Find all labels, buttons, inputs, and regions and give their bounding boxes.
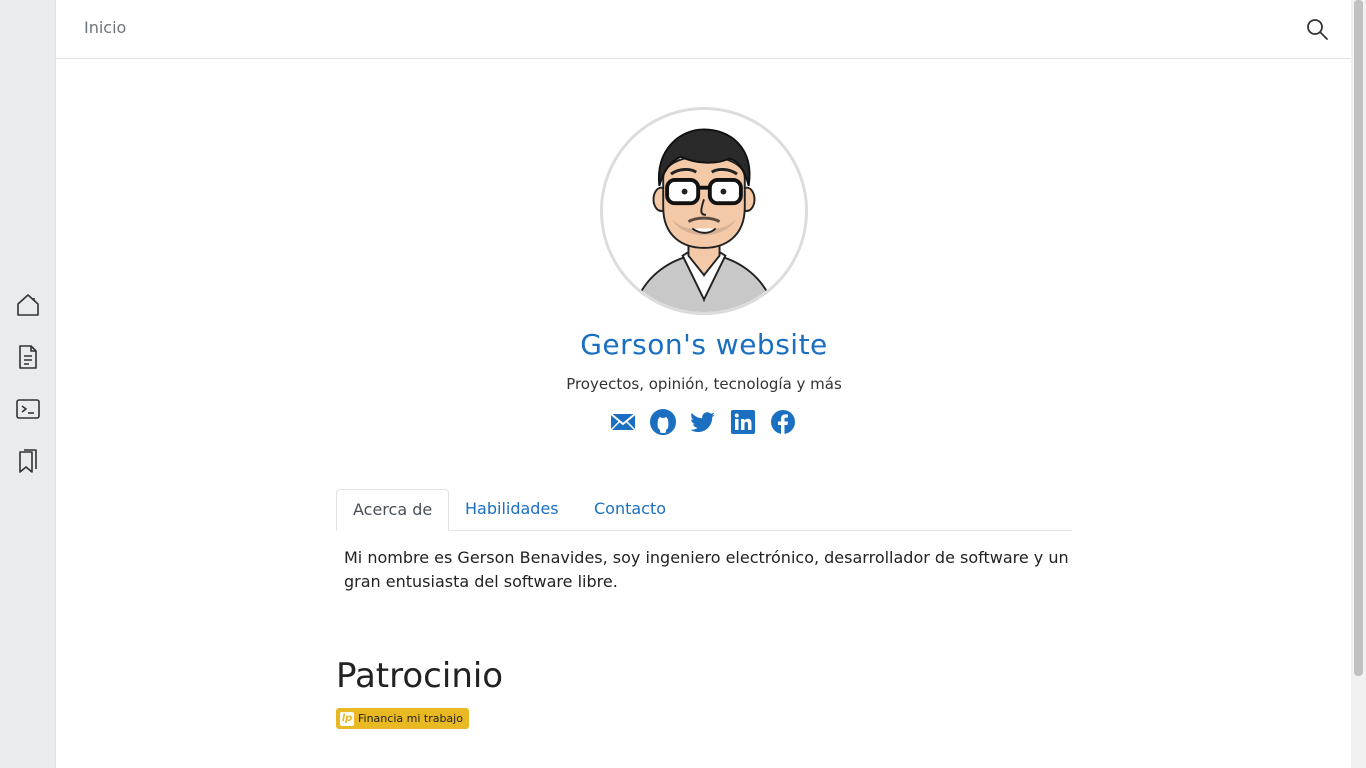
search-icon[interactable] bbox=[1305, 17, 1329, 41]
twitter-icon[interactable] bbox=[688, 407, 718, 437]
sponsor-badge-button[interactable]: lp Financia mi trabajo bbox=[336, 708, 469, 729]
home-icon[interactable] bbox=[14, 291, 42, 319]
tab-acerca-de[interactable]: Acerca de bbox=[336, 489, 450, 531]
liberapay-icon: lp bbox=[340, 711, 354, 726]
email-icon[interactable] bbox=[608, 407, 638, 437]
site-title[interactable]: Gerson's website bbox=[404, 328, 1004, 361]
about-text: Mi nombre es Gerson Benavides, soy ingen… bbox=[344, 548, 1069, 591]
profile-tabs: Acerca de Habilidades Contacto bbox=[336, 489, 1072, 531]
github-icon[interactable] bbox=[648, 407, 678, 437]
page-scrollbar[interactable] bbox=[1351, 0, 1366, 768]
scrollbar-thumb[interactable] bbox=[1354, 0, 1363, 676]
sponsor-badge-label: Financia mi trabajo bbox=[358, 712, 463, 725]
top-navbar: Inicio bbox=[56, 0, 1351, 59]
social-links bbox=[608, 407, 800, 437]
facebook-icon[interactable] bbox=[768, 407, 798, 437]
avatar bbox=[600, 107, 808, 315]
tab-contacto[interactable]: Contacto bbox=[578, 489, 682, 531]
sidebar bbox=[0, 0, 56, 768]
site-subtitle: Proyectos, opinión, tecnología y más bbox=[566, 375, 842, 393]
tab-habilidades[interactable]: Habilidades bbox=[449, 489, 575, 531]
terminal-icon[interactable] bbox=[14, 395, 42, 423]
nav-home-link[interactable]: Inicio bbox=[84, 18, 126, 37]
bookmarks-icon[interactable] bbox=[14, 447, 42, 475]
document-icon[interactable] bbox=[14, 343, 42, 371]
linkedin-icon[interactable] bbox=[728, 407, 758, 437]
sponsor-heading: Patrocinio bbox=[336, 656, 504, 696]
